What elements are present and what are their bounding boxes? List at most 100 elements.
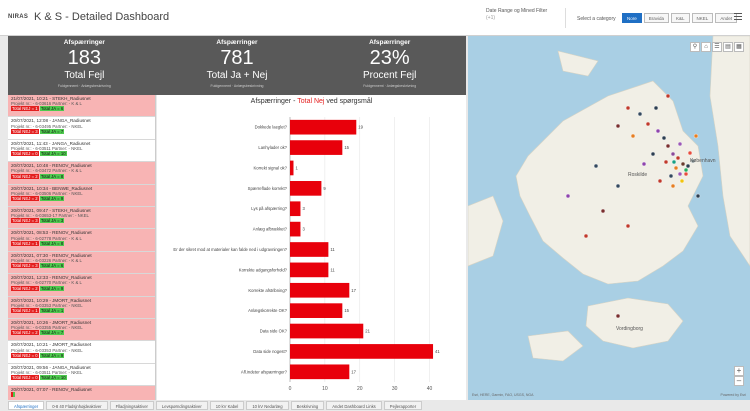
map-marker[interactable]	[657, 178, 663, 184]
list-item[interactable]: 20/07/2021, 10:48 - RENOV_Radiusnet Proje…	[8, 162, 155, 185]
kpi-value: 23%	[369, 47, 410, 69]
category-label: Select a category	[577, 16, 616, 22]
list-item[interactable]: 20/07/2021, 08:53 - RENOV_Radiusnet Proje…	[8, 229, 155, 252]
list-item[interactable]: 20/07/2021, 07:30 - RENOV_Radiusnet Proje…	[8, 251, 155, 275]
date-filter-label: Date Range og Mined Filter	[486, 8, 548, 14]
inspection-list[interactable]: 21/07/2021, 10:21 - STEKH_Radiusnet Proje…	[8, 95, 156, 400]
category-button[interactable]: K&L	[671, 13, 690, 23]
map-marker[interactable]	[665, 93, 671, 99]
home-icon[interactable]: ⌂	[701, 42, 711, 52]
date-range-filter[interactable]: Date Range og Mined Filter (+1)	[486, 8, 566, 28]
tab[interactable]: Afspærringer	[8, 401, 45, 410]
basemap-icon[interactable]: ▦	[734, 42, 744, 52]
map-marker[interactable]	[668, 173, 674, 179]
list-item[interactable]: 20/07/2021, 10:21 - JMORT_Radiusnet Proje…	[8, 341, 155, 364]
data-label: 11	[330, 267, 335, 272]
list-item-tags: Total NEJ = 0 Total JA = 9	[11, 352, 152, 358]
map-marker[interactable]	[671, 159, 677, 165]
map-marker[interactable]	[653, 105, 659, 111]
map-marker[interactable]	[670, 151, 676, 157]
map-marker[interactable]	[645, 121, 651, 127]
list-item[interactable]: 20/07/2021, 12:33 - RENOV_Radiusnet Proje…	[8, 274, 155, 297]
map-marker[interactable]	[637, 111, 643, 117]
tab[interactable]: Flladjningsaktiver	[109, 401, 154, 410]
tab[interactable]: Andet Dashboard Links	[326, 401, 382, 410]
bar[interactable]	[290, 119, 357, 135]
map-marker[interactable]	[695, 193, 701, 199]
map-marker[interactable]	[693, 133, 699, 139]
map-marker[interactable]	[615, 183, 621, 189]
legend-icon[interactable]: ▤	[723, 42, 733, 52]
list-item-tags: Total NEJ = 0 Total JA = 10	[11, 375, 152, 381]
map-marker[interactable]	[661, 135, 667, 141]
map-marker[interactable]	[630, 133, 636, 139]
list-item[interactable]: 21/07/2021, 10:21 - STEKH_Radiusnet Proje…	[8, 95, 155, 118]
map-panel[interactable]: København Roskilde Vordingborg ⚲ ⌂ ☰ ▤ ▦…	[468, 36, 750, 400]
map-marker[interactable]	[683, 167, 689, 173]
map-marker[interactable]	[677, 141, 683, 147]
category-button[interactable]: Nore	[622, 13, 642, 23]
map-canvas[interactable]: København Roskilde Vordingborg	[468, 36, 750, 400]
bar[interactable]	[290, 282, 350, 298]
kpi-strip: Afspærringer 183 Total Fejl Fuldgennemt …	[8, 36, 466, 95]
map-marker[interactable]	[683, 171, 689, 177]
map-marker[interactable]	[675, 155, 681, 161]
hamburger-menu-icon[interactable]	[734, 13, 742, 20]
category-label: Data side OK?	[260, 329, 288, 334]
map-marker[interactable]	[679, 178, 685, 184]
list-item[interactable]: 20/07/2021, 10:26 - JMORT_Radiusnet Proje…	[8, 318, 155, 342]
zoom-in-icon[interactable]: +	[734, 366, 744, 376]
map-marker[interactable]	[641, 161, 647, 167]
map-marker[interactable]	[680, 161, 686, 167]
category-button[interactable]: NKEL	[691, 13, 714, 23]
nej-count-badge: Total NEJ = 2	[11, 173, 39, 179]
place-label: Vordingborg	[616, 326, 643, 332]
tab[interactable]: Beskrivning	[290, 401, 325, 410]
list-item[interactable]: 20/07/2021, 10:29 - JMORT_Radiusnet Proje…	[8, 296, 155, 319]
map-marker[interactable]	[583, 233, 589, 239]
tab[interactable]: 0-8 40 Fladsjnhøjdeaktiver	[46, 401, 108, 410]
zoom-out-icon[interactable]: –	[734, 376, 744, 386]
bar[interactable]	[290, 323, 364, 339]
tab[interactable]: 10 kV Kabel	[209, 401, 245, 410]
map-marker[interactable]	[677, 171, 683, 177]
map-marker[interactable]	[565, 193, 571, 199]
map-marker[interactable]	[687, 150, 693, 156]
bar[interactable]	[290, 181, 322, 196]
list-item[interactable]: 20/07/2021, 07:07 - RENOV_Radiusnet	[8, 386, 155, 400]
list-item[interactable]: 20/07/2021, 09:47 - STEKH_Radiusnet Proje…	[8, 206, 155, 230]
tab[interactable]: Levspørndingsaktiver	[155, 401, 208, 410]
layers-icon[interactable]: ☰	[712, 42, 722, 52]
bar[interactable]	[290, 221, 301, 237]
map-marker[interactable]	[615, 123, 621, 129]
list-item[interactable]: 20/07/2021, 09:56 - JANGA_Radiusnet Proje…	[8, 364, 155, 387]
tab[interactable]: 10 kV Nedarlæg	[246, 401, 289, 410]
map-marker[interactable]	[685, 163, 691, 169]
bar[interactable]	[290, 140, 343, 155]
map-marker[interactable]	[593, 163, 599, 169]
bar[interactable]	[290, 262, 329, 278]
list-item[interactable]: 20/07/2021, 11:43 - JANGA_Radiusnet Proje…	[8, 140, 155, 163]
map-marker[interactable]	[615, 313, 621, 319]
bar[interactable]	[290, 344, 434, 359]
bar[interactable]	[290, 364, 350, 380]
tab[interactable]: Pejlerapporter	[383, 401, 423, 410]
map-marker[interactable]	[600, 208, 606, 214]
map-marker[interactable]	[625, 105, 631, 111]
search-icon[interactable]: ⚲	[690, 42, 700, 52]
bar[interactable]	[290, 303, 343, 318]
bar[interactable]	[290, 242, 329, 257]
map-marker[interactable]	[650, 151, 656, 157]
map-marker[interactable]	[670, 183, 676, 189]
bar[interactable]	[290, 160, 294, 176]
map-marker[interactable]	[625, 223, 631, 229]
bar[interactable]	[290, 201, 301, 217]
map-marker[interactable]	[665, 143, 671, 149]
map-marker[interactable]	[663, 159, 669, 165]
map-marker[interactable]	[673, 165, 679, 171]
map-marker[interactable]	[655, 128, 661, 134]
list-item[interactable]: 20/07/2021, 10:34 - BENWE_Radiusnet Proje…	[8, 184, 155, 207]
category-label: Korrekte adgangsforhold?	[239, 267, 288, 272]
list-item[interactable]: 20/07/2021, 12:08 - JANGA_Radiusnet Proje…	[8, 117, 155, 140]
category-button[interactable]: Bravida	[643, 13, 670, 23]
